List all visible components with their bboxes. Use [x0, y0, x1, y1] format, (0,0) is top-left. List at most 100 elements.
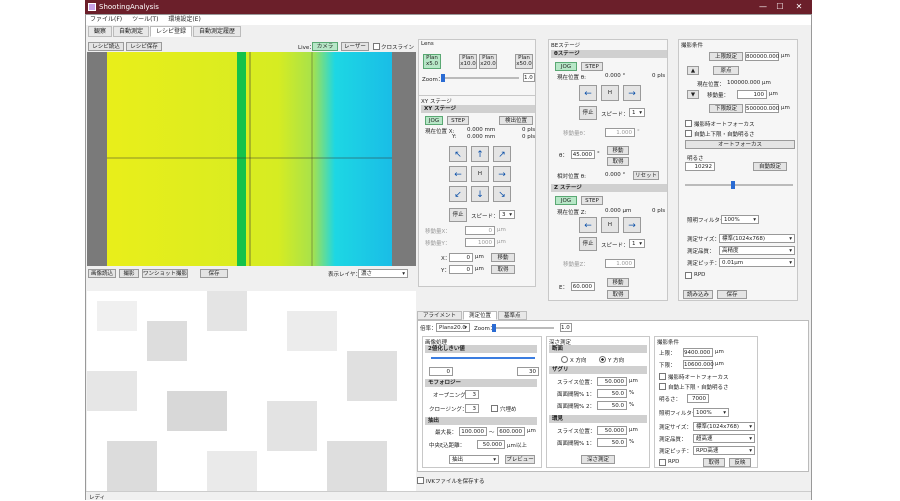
- xy-step-button[interactable]: STEP: [447, 116, 469, 125]
- rim-gaps-input[interactable]: 50.0: [597, 438, 627, 447]
- lens-zoom-input[interactable]: 1.0: [523, 73, 535, 82]
- rpd-checkbox[interactable]: [685, 272, 692, 279]
- tab-recipe[interactable]: レシピ登録: [150, 26, 193, 37]
- brightness-input[interactable]: 10292: [685, 162, 715, 171]
- bottom-af-checkbox[interactable]: [659, 373, 666, 380]
- e-get-button[interactable]: 取得: [607, 290, 629, 299]
- xy-move-x-input[interactable]: 0: [465, 226, 495, 235]
- z-move-amt-input[interactable]: 1.000: [605, 259, 635, 268]
- theta-right-button[interactable]: →: [623, 85, 641, 101]
- cond-move-amt-input[interactable]: 100: [737, 90, 767, 99]
- lens-x50-button[interactable]: Plan x50.0: [515, 54, 533, 69]
- xy-detect-button[interactable]: 検出位置: [499, 116, 533, 125]
- xy-move-button[interactable]: 移動: [491, 253, 515, 262]
- tab-observe[interactable]: 観察: [88, 26, 113, 37]
- xy-jog-button[interactable]: JOG: [425, 116, 443, 125]
- laser-button[interactable]: レーザー: [341, 42, 369, 51]
- maximize-button[interactable]: ☐: [773, 2, 787, 12]
- preview-button[interactable]: プレビュー: [505, 455, 535, 464]
- y-dir-radio[interactable]: [599, 356, 606, 363]
- image-load-button[interactable]: 画像読込: [88, 269, 116, 278]
- xy-downright-button[interactable]: ↘: [493, 186, 511, 202]
- auto-range-checkbox[interactable]: [685, 130, 692, 137]
- bottom-filter-select[interactable]: 100%: [693, 408, 729, 417]
- bottom-size-select[interactable]: 標準(1024x768): [693, 422, 755, 431]
- gaps1-input[interactable]: 50.0: [597, 389, 627, 398]
- cond-load-button[interactable]: 読み込み: [683, 290, 713, 299]
- e-move-button[interactable]: 移動: [607, 278, 629, 287]
- theta-speed-select[interactable]: 1: [629, 108, 645, 117]
- menu-file[interactable]: ファイル(F): [90, 16, 122, 23]
- xy-downleft-button[interactable]: ↙: [449, 186, 467, 202]
- mag-select[interactable]: Plans20.0: [436, 323, 470, 332]
- theta-home-button[interactable]: H: [601, 85, 619, 101]
- shoot-button[interactable]: 撮影: [119, 269, 139, 278]
- theta-input[interactable]: 45.000: [571, 150, 595, 159]
- bottom-lower-input[interactable]: 10600.000: [683, 360, 714, 369]
- closing-input[interactable]: 3: [465, 404, 479, 413]
- cond-save-button[interactable]: 保存: [717, 290, 747, 299]
- camera-button[interactable]: カメラ: [312, 42, 338, 51]
- tab-auto-measure[interactable]: 自動測定: [113, 26, 150, 37]
- autofocus-button[interactable]: オートフォーカス: [685, 140, 795, 149]
- slice-input[interactable]: 50.000: [597, 377, 627, 386]
- close-button[interactable]: ✕: [792, 2, 806, 12]
- theta-stop-button[interactable]: 停止: [579, 106, 597, 120]
- extract-select[interactable]: 抽出: [449, 455, 499, 464]
- z-step-button[interactable]: STEP: [581, 196, 603, 205]
- e-input[interactable]: 60.000: [571, 282, 595, 291]
- x-dir-radio[interactable]: [561, 356, 568, 363]
- tab-reference-point[interactable]: 基準点: [498, 311, 527, 320]
- xy-upleft-button[interactable]: ↖: [449, 146, 467, 162]
- bottom-copy-button[interactable]: 反映: [729, 458, 751, 467]
- upper-limit-button[interactable]: 上限設定: [709, 52, 743, 61]
- xy-home-button[interactable]: H: [471, 166, 489, 182]
- minimize-button[interactable]: —: [756, 2, 770, 12]
- bottom-zoom-slider[interactable]: [492, 324, 554, 332]
- origin-button[interactable]: 原点: [713, 66, 739, 75]
- xy-right-button[interactable]: →: [493, 166, 511, 182]
- binary-lo-input[interactable]: 0: [429, 367, 453, 376]
- bottom-quality-select[interactable]: 超高速: [693, 434, 755, 443]
- lower-limit-input[interactable]: 500000.000: [745, 104, 779, 113]
- z-left-button[interactable]: ←: [579, 217, 597, 233]
- af-checkbox[interactable]: [685, 120, 692, 127]
- live-image[interactable]: [87, 52, 416, 266]
- bottom-auto-range-checkbox[interactable]: [659, 383, 666, 390]
- lens-x20-button[interactable]: Plan x20.0: [479, 54, 497, 69]
- binary-hi-input[interactable]: 30: [517, 367, 539, 376]
- lens-x10-button[interactable]: Plan x10.0: [459, 54, 477, 69]
- theta-left-button[interactable]: ←: [579, 85, 597, 101]
- bottom-pitch-select[interactable]: RPD高速: [693, 446, 755, 455]
- gaps2-input[interactable]: 50.0: [597, 401, 627, 410]
- down-button[interactable]: ▼: [687, 90, 699, 99]
- recipe-save-button[interactable]: レシピ保存: [126, 42, 162, 51]
- z-right-button[interactable]: →: [623, 217, 641, 233]
- z-home-button[interactable]: H: [601, 217, 619, 233]
- upper-limit-input[interactable]: 800000.000: [745, 52, 779, 61]
- hole-fill-checkbox[interactable]: [491, 405, 498, 412]
- theta-move-button[interactable]: 移動: [607, 146, 629, 155]
- bottom-bright-input[interactable]: 7000: [687, 394, 709, 403]
- bottom-rpd-checkbox[interactable]: [659, 459, 666, 466]
- xy-down-button[interactable]: ↓: [471, 186, 489, 202]
- up-button[interactable]: ▲: [687, 66, 699, 75]
- center-dist-input[interactable]: 50.000: [477, 440, 505, 449]
- recipe-read-button[interactable]: レシピ読込: [88, 42, 124, 51]
- xy-move-y-input[interactable]: 1000: [465, 238, 495, 247]
- opening-input[interactable]: 3: [465, 390, 479, 399]
- depth-measure-button[interactable]: 深さ測定: [581, 455, 615, 464]
- rim-slice-input[interactable]: 50.000: [597, 426, 627, 435]
- brightness-slider[interactable]: [685, 181, 793, 189]
- xy-speed-select[interactable]: 3: [499, 210, 515, 219]
- auto-set-button[interactable]: 自動設定: [753, 162, 787, 171]
- tab-history[interactable]: 自動測定履歴: [193, 26, 242, 37]
- lens-zoom-slider[interactable]: [441, 74, 519, 82]
- quality-select[interactable]: 高精度: [719, 246, 795, 255]
- oneshot-button[interactable]: ワンショット撮影: [142, 269, 188, 278]
- menu-settings[interactable]: 環境設定(E): [168, 16, 200, 23]
- z-stop-button[interactable]: 停止: [579, 237, 597, 251]
- lower-limit-button[interactable]: 下限設定: [709, 104, 743, 113]
- pitch-select[interactable]: 0.01μm: [719, 258, 795, 267]
- xy-upright-button[interactable]: ↗: [493, 146, 511, 162]
